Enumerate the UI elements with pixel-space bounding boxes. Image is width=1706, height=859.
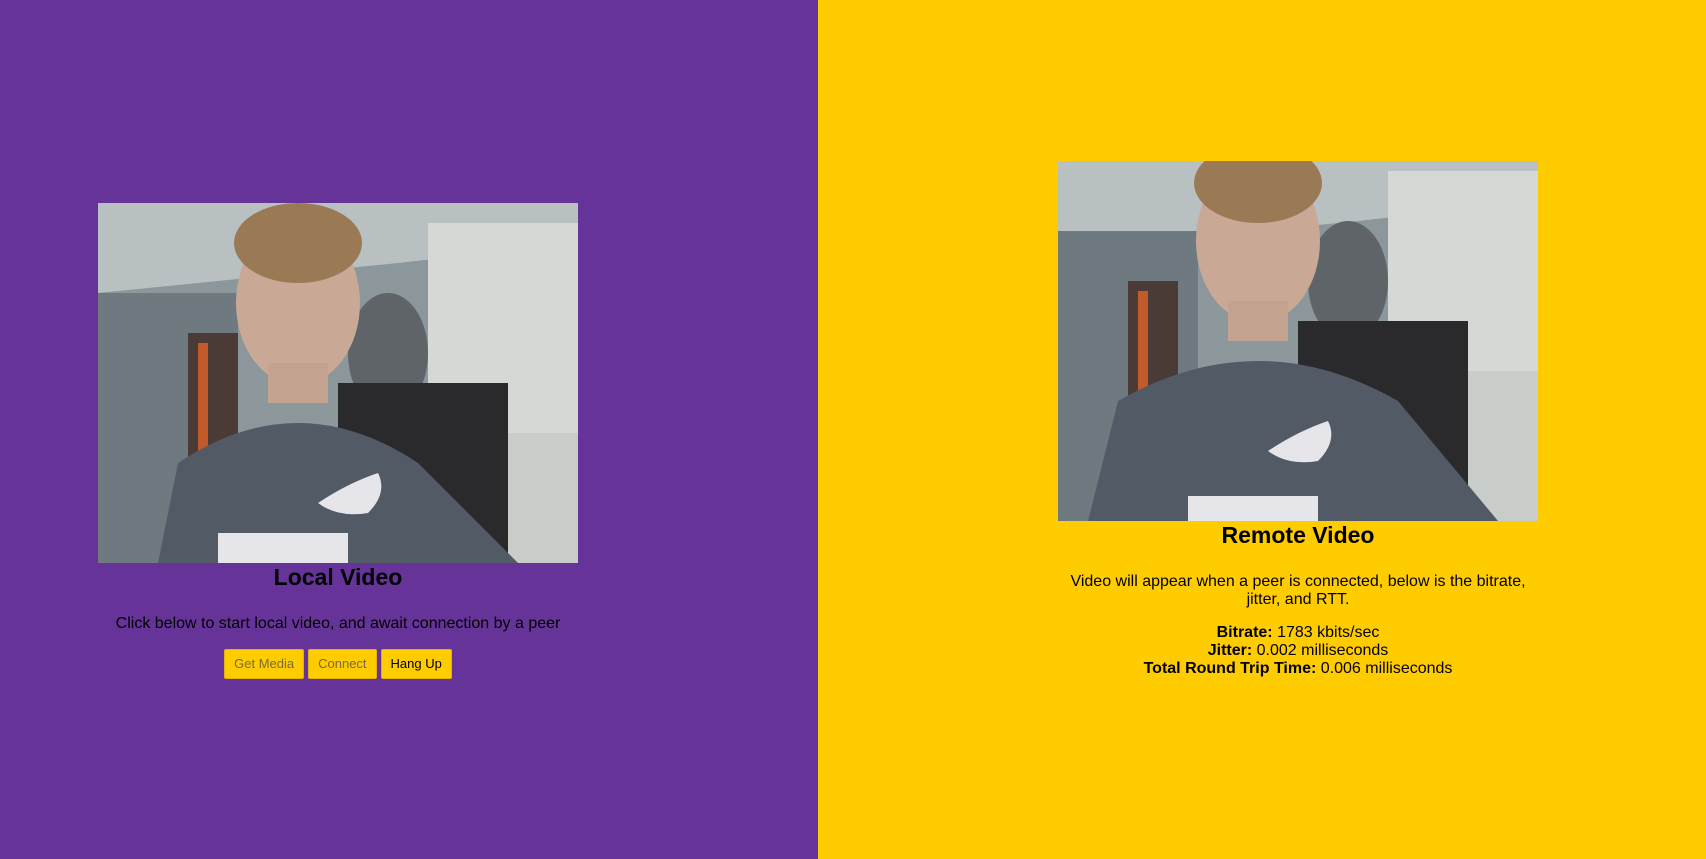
webcam-feed-image <box>98 203 578 563</box>
jitter-label: Jitter: <box>1207 642 1253 659</box>
local-video <box>98 203 578 563</box>
local-panel: Local Video Click below to start local v… <box>0 0 818 859</box>
page: Local Video Click below to start local v… <box>0 0 1706 859</box>
rtt-value: 0.006 milliseconds <box>1320 660 1453 677</box>
bitrate-stat: Bitrate: 1783 kbits/sec <box>1058 624 1538 642</box>
local-video-description: Click below to start local video, and aw… <box>115 615 561 632</box>
remote-video-description: Video will appear when a peer is connect… <box>1070 573 1526 608</box>
bitrate-value: 1783 kbits/sec <box>1277 624 1380 641</box>
connection-stats: Bitrate: 1783 kbits/sec Jitter: 0.002 mi… <box>1058 624 1538 678</box>
jitter-stat: Jitter: 0.002 milliseconds <box>1058 642 1538 660</box>
hang-up-button[interactable]: Hang Up <box>380 649 452 679</box>
local-controls: Get Media Connect Hang Up <box>98 649 578 679</box>
bitrate-label: Bitrate: <box>1216 624 1273 641</box>
remote-video-title: Remote Video <box>1221 522 1375 548</box>
jitter-value: 0.002 milliseconds <box>1256 642 1389 659</box>
rtt-label: Total Round Trip Time: <box>1143 660 1317 677</box>
get-media-button[interactable]: Get Media <box>224 649 305 679</box>
local-video-title: Local Video <box>273 564 403 590</box>
rtt-stat: Total Round Trip Time: 0.006 millisecond… <box>1058 660 1538 678</box>
connect-button[interactable]: Connect <box>308 649 377 679</box>
remote-feed-image <box>1058 161 1538 521</box>
remote-video <box>1058 161 1538 521</box>
remote-panel: Remote Video Video will appear when a pe… <box>818 0 1706 859</box>
